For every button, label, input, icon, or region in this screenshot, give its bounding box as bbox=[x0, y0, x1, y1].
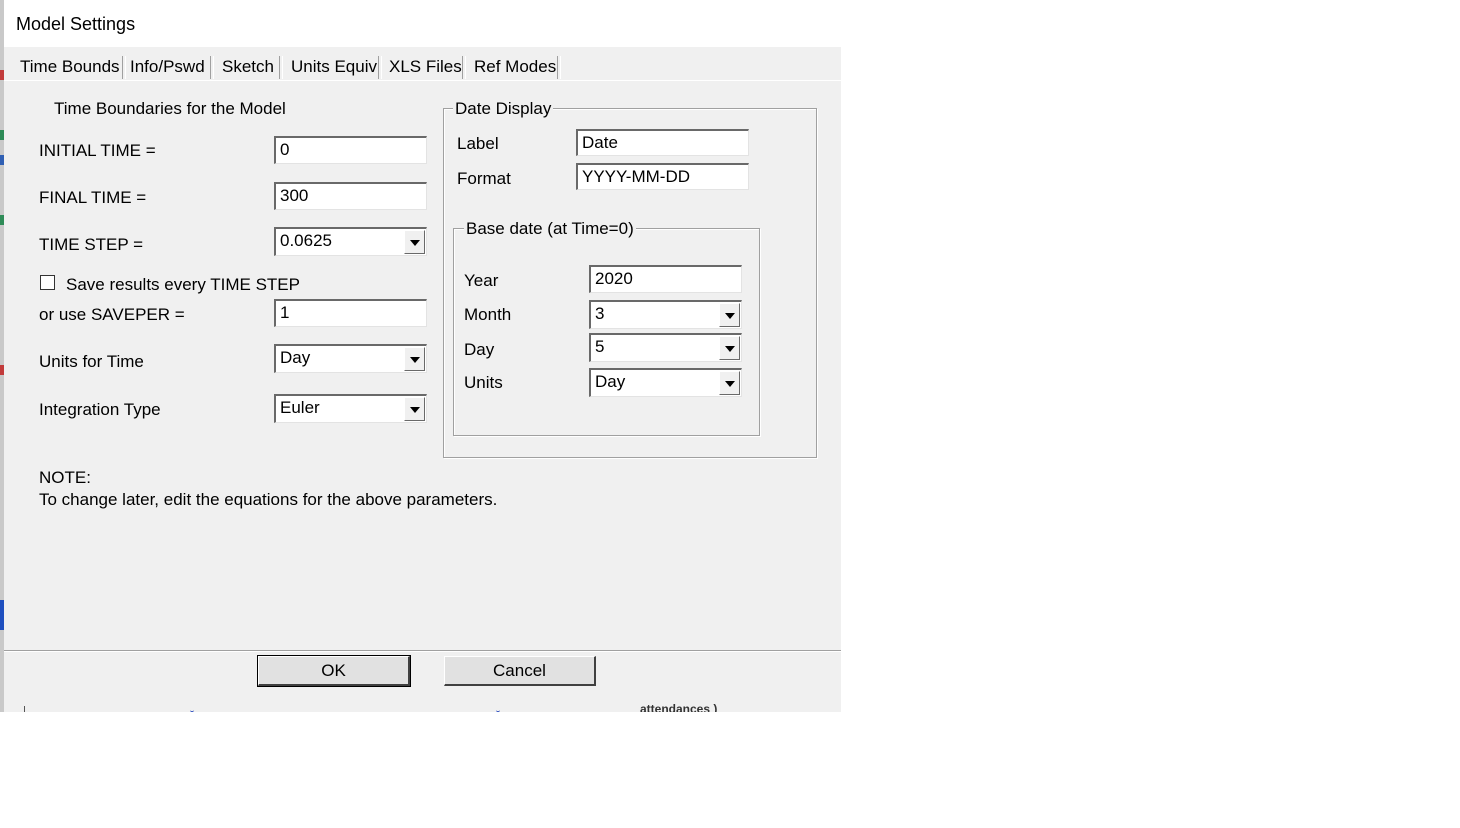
final-time-label: FINAL TIME = bbox=[39, 188, 147, 207]
initial-time-label: INITIAL TIME = bbox=[39, 141, 156, 160]
date-units-label: Units bbox=[464, 373, 503, 392]
background-arc bbox=[496, 706, 500, 712]
date-format-label: Format bbox=[457, 169, 511, 188]
month-label: Month bbox=[464, 305, 512, 324]
date-units-dropdown-button[interactable] bbox=[719, 371, 740, 395]
saveper-input[interactable]: 1 bbox=[274, 299, 427, 327]
date-display-legend: Date Display bbox=[453, 99, 554, 119]
year-input[interactable]: 2020 bbox=[589, 265, 742, 293]
background-arc bbox=[190, 706, 194, 712]
save-every-time-step-checkbox[interactable] bbox=[40, 275, 55, 290]
chevron-down-icon bbox=[725, 346, 735, 352]
save-every-time-step-label: Save results every TIME STEP bbox=[66, 275, 300, 294]
initial-time-input[interactable]: 0 bbox=[274, 136, 427, 164]
month-dropdown-button[interactable] bbox=[719, 303, 740, 327]
month-value: 3 bbox=[595, 304, 605, 323]
tab-separator bbox=[378, 56, 382, 79]
tab-separator bbox=[557, 56, 561, 79]
time-step-dropdown-button[interactable] bbox=[404, 230, 425, 254]
base-date-group bbox=[453, 228, 760, 436]
background-line bbox=[24, 706, 25, 712]
tab-units-equiv[interactable]: Units Equiv bbox=[287, 54, 381, 80]
ok-button[interactable]: OK bbox=[257, 655, 411, 687]
chevron-down-icon bbox=[725, 381, 735, 387]
tab-ref-modes[interactable]: Ref Modes bbox=[470, 54, 560, 80]
tab-sketch[interactable]: Sketch bbox=[218, 54, 278, 80]
tab-xls-files[interactable]: XLS Files bbox=[385, 54, 466, 80]
tab-separator bbox=[210, 56, 214, 79]
integration-type-combo[interactable]: Euler bbox=[274, 394, 427, 423]
units-for-time-combo[interactable]: Day bbox=[274, 344, 427, 373]
day-label: Day bbox=[464, 340, 495, 359]
chevron-down-icon bbox=[410, 240, 420, 246]
dialog-title: Model Settings bbox=[16, 14, 136, 34]
time-boundaries-heading: Time Boundaries for the Model bbox=[54, 99, 286, 118]
cancel-button[interactable]: Cancel bbox=[444, 656, 596, 686]
button-bar-separator bbox=[4, 650, 841, 652]
day-value: 5 bbox=[595, 337, 605, 356]
final-time-input[interactable]: 300 bbox=[274, 182, 427, 210]
time-step-combo[interactable]: 0.0625 bbox=[274, 227, 427, 256]
integration-type-label: Integration Type bbox=[39, 400, 161, 419]
time-step-value: 0.0625 bbox=[280, 231, 332, 250]
day-combo[interactable]: 5 bbox=[589, 333, 742, 362]
tab-info-pswd[interactable]: Info/Pswd bbox=[126, 54, 209, 80]
time-step-label: TIME STEP = bbox=[39, 235, 144, 254]
note-title: NOTE: bbox=[39, 468, 91, 487]
units-for-time-label: Units for Time bbox=[39, 352, 144, 371]
tab-separator bbox=[462, 56, 466, 79]
day-dropdown-button[interactable] bbox=[719, 336, 740, 360]
year-label: Year bbox=[464, 271, 499, 290]
integration-type-dropdown-button[interactable] bbox=[404, 397, 425, 421]
month-combo[interactable]: 3 bbox=[589, 300, 742, 329]
units-for-time-value: Day bbox=[280, 348, 311, 367]
date-units-value: Day bbox=[595, 372, 626, 391]
integration-type-value: Euler bbox=[280, 398, 320, 417]
tab-separator bbox=[279, 56, 283, 79]
date-label-input[interactable]: Date bbox=[576, 129, 749, 156]
date-format-input[interactable]: YYYY-MM-DD bbox=[576, 163, 749, 190]
base-date-legend: Base date (at Time=0) bbox=[464, 219, 636, 239]
chevron-down-icon bbox=[410, 407, 420, 413]
chevron-down-icon bbox=[725, 313, 735, 319]
note-text: To change later, edit the equations for … bbox=[39, 490, 498, 509]
tab-strip-border bbox=[4, 80, 841, 81]
date-units-combo[interactable]: Day bbox=[589, 368, 742, 397]
date-label-label: Label bbox=[457, 134, 499, 153]
saveper-label: or use SAVEPER = bbox=[39, 305, 185, 324]
tab-time-bounds[interactable]: Time Bounds bbox=[16, 54, 124, 80]
units-for-time-dropdown-button[interactable] bbox=[404, 347, 425, 371]
background-partial-text: attendances ) bbox=[640, 702, 718, 716]
chevron-down-icon bbox=[410, 357, 420, 363]
title-bar[interactable]: Model Settings bbox=[4, 0, 841, 47]
